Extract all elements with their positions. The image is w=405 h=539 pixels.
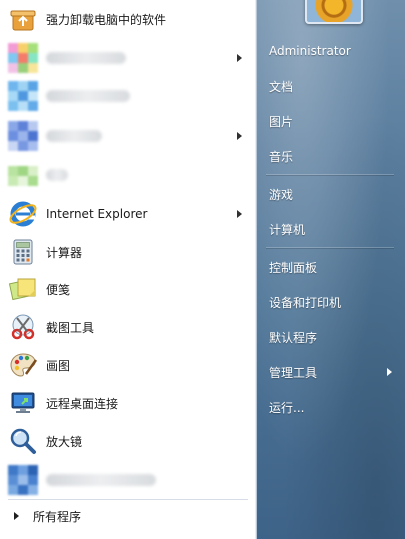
sticky-notes-icon	[8, 274, 38, 304]
run-label: 运行...	[269, 400, 305, 415]
all-programs-label: 所有程序	[33, 509, 82, 524]
calculator-icon	[8, 237, 38, 267]
pictures-link[interactable]: 图片	[262, 110, 398, 132]
program-item-blurred[interactable]	[6, 120, 250, 152]
separator	[266, 174, 394, 175]
admin-tools-label: 管理工具	[269, 365, 318, 380]
program-label: 放大镜	[46, 434, 83, 449]
program-label: 画图	[46, 358, 71, 373]
blurred-app-icon	[8, 160, 38, 190]
program-label-blurred	[46, 90, 130, 102]
program-item-remote-desktop[interactable]: 远程桌面连接	[6, 387, 250, 419]
pictures-label: 图片	[269, 114, 294, 129]
program-label: 强力卸载电脑中的软件	[46, 12, 167, 27]
blurred-app-icon	[8, 43, 38, 73]
control-panel-label: 控制面板	[269, 260, 318, 275]
control-panel-link[interactable]: 控制面板	[262, 256, 398, 278]
games-link[interactable]: 游戏	[262, 183, 398, 205]
program-item-snipping-tool[interactable]: 截图工具	[6, 311, 250, 343]
games-label: 游戏	[269, 187, 294, 202]
program-item-blurred[interactable]	[6, 159, 250, 191]
music-link[interactable]: 音乐	[262, 145, 398, 167]
user-folder-link[interactable]: Administrator	[262, 40, 398, 62]
program-item-internet-explorer[interactable]: Internet Explorer	[6, 198, 250, 230]
paint-palette-icon	[8, 350, 38, 380]
blurred-app-icon	[8, 465, 38, 495]
program-item-blurred[interactable]	[6, 42, 250, 74]
program-item-blurred[interactable]	[6, 464, 250, 496]
internet-explorer-icon	[8, 199, 38, 229]
documents-link[interactable]: 文档	[262, 75, 398, 97]
program-item-uninstaller[interactable]: 强力卸载电脑中的软件	[6, 3, 250, 35]
program-label-blurred	[46, 52, 126, 64]
uninstall-box-icon	[8, 4, 38, 34]
default-programs-link[interactable]: 默认程序	[262, 326, 398, 348]
program-item-calculator[interactable]: 计算器	[6, 236, 250, 268]
blurred-app-icon	[8, 81, 38, 111]
computer-label: 计算机	[269, 222, 306, 237]
magnifier-icon	[8, 426, 38, 456]
program-item-sticky-notes[interactable]: 便笺	[6, 273, 250, 305]
submenu-arrow-icon	[387, 368, 392, 376]
default-programs-label: 默认程序	[269, 330, 318, 345]
separator	[8, 499, 248, 500]
devices-printers-label: 设备和打印机	[269, 295, 342, 310]
submenu-arrow-icon	[237, 54, 242, 62]
submenu-arrow-icon	[237, 132, 242, 140]
program-label: 计算器	[46, 245, 83, 260]
arrow-right-icon	[14, 512, 19, 520]
start-menu: 强力卸载电脑中的软件 Internet Explorer 计算器 便笺 截图工具…	[0, 0, 405, 539]
program-label-blurred	[46, 474, 156, 486]
user-avatar[interactable]	[305, 0, 363, 24]
program-label: 远程桌面连接	[46, 396, 119, 411]
music-label: 音乐	[269, 149, 294, 164]
documents-label: 文档	[269, 79, 294, 94]
program-item-blurred[interactable]	[6, 80, 250, 112]
snipping-tool-icon	[8, 312, 38, 342]
remote-desktop-icon	[8, 388, 38, 418]
submenu-arrow-icon	[237, 210, 242, 218]
program-label: 截图工具	[46, 320, 95, 335]
separator	[266, 247, 394, 248]
user-name: Administrator	[269, 44, 351, 58]
program-label-blurred	[46, 169, 68, 181]
program-label: 便笺	[46, 282, 71, 297]
computer-link[interactable]: 计算机	[262, 218, 398, 240]
program-label-blurred	[46, 130, 102, 142]
program-item-paint[interactable]: 画图	[6, 349, 250, 381]
all-programs-button[interactable]: 所有程序	[0, 501, 256, 531]
devices-printers-link[interactable]: 设备和打印机	[262, 291, 398, 313]
program-item-magnifier[interactable]: 放大镜	[6, 425, 250, 457]
run-link[interactable]: 运行...	[262, 396, 398, 418]
program-label: Internet Explorer	[46, 207, 148, 221]
admin-tools-link[interactable]: 管理工具	[262, 361, 398, 383]
blurred-app-icon	[8, 121, 38, 151]
